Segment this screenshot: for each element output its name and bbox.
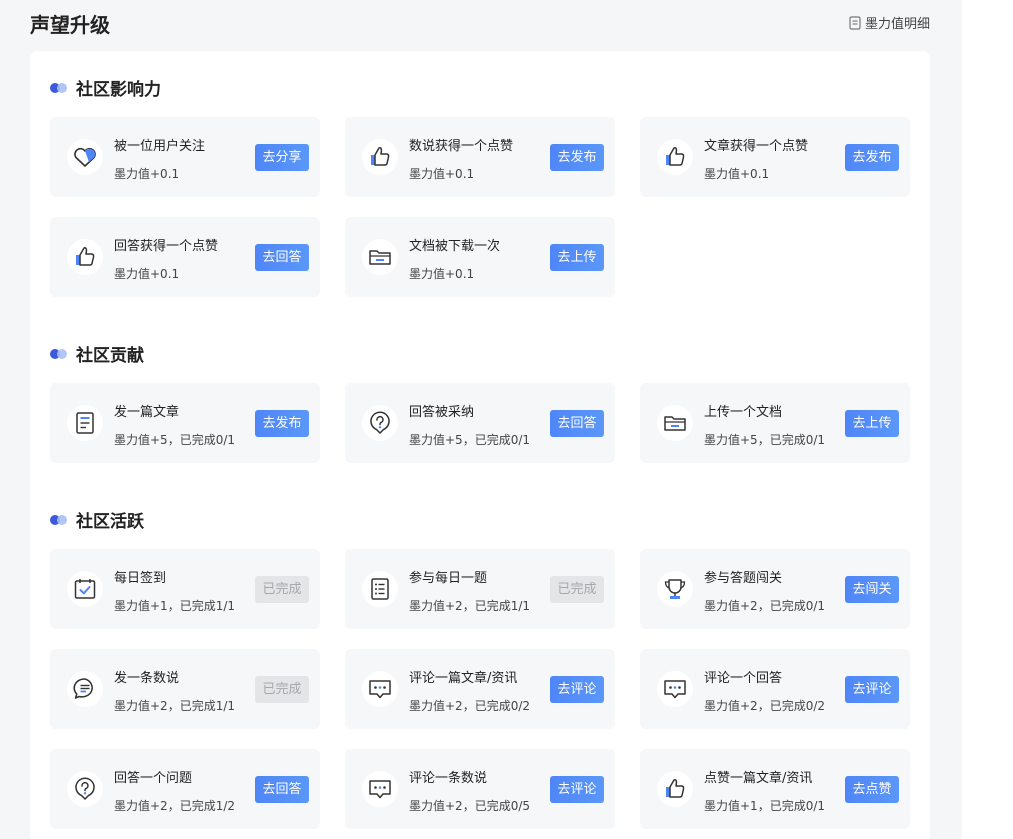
task-title: 上传一个文档 [704,405,783,420]
task-card: 回答一个问题 墨力值+2，已完成1/2 去回答 [50,749,320,829]
challenge-button[interactable]: 去闯关 [845,576,899,603]
task-reward: 墨力值+2，已完成0/1 [704,599,826,613]
folder-icon [362,239,398,275]
task-title: 参与每日一题 [409,571,488,586]
task-card: 被一位用户关注 墨力值+0.1 去分享 [50,117,320,197]
task-title: 评论一篇文章/资讯 [409,671,518,686]
completed-badge: 已完成 [550,576,604,603]
task-card: 评论一篇文章/资讯 墨力值+2，已完成0/2 去评论 [345,649,615,729]
section-title-influence: 社区影响力 [50,75,161,100]
publish-button[interactable]: 去发布 [255,410,309,437]
list-icon [362,571,398,607]
task-card: 参与答题闯关 墨力值+2，已完成0/1 去闯关 [640,549,910,629]
task-card: 回答被采纳 墨力值+5，已完成0/1 去回答 [345,383,615,463]
task-reward: 墨力值+0.1 [409,167,475,181]
comment-icon [362,671,398,707]
task-reward: 墨力值+5，已完成0/1 [704,433,826,447]
tasks-card: 社区影响力 被一位用户关注 墨力值+0.1 去分享 数说获得一个点赞 墨力值+0… [30,51,930,839]
task-reward: 墨力值+2，已完成1/2 [114,799,236,813]
task-title: 文章获得一个点赞 [704,139,809,154]
section-dots-icon [50,348,69,359]
section-title-activity: 社区活跃 [50,507,144,532]
task-reward: 墨力值+2，已完成1/1 [409,599,531,613]
page-header: 声望升级 墨力值明细 [30,0,930,46]
task-card: 上传一个文档 墨力值+5，已完成0/1 去上传 [640,383,910,463]
task-card: 评论一条数说 墨力值+2，已完成0/5 去评论 [345,749,615,829]
answer-button[interactable]: 去回答 [255,776,309,803]
task-title: 参与答题闯关 [704,571,783,586]
chat-icon [67,671,103,707]
task-title: 评论一个回答 [704,671,783,686]
task-card: 回答获得一个点赞 墨力值+0.1 去回答 [50,217,320,297]
task-title: 回答获得一个点赞 [114,239,219,254]
main-panel: 声望升级 墨力值明细 社区影响力 被一位用户关注 墨力值+0.1 去分享 数说获… [0,0,962,839]
task-title: 数说获得一个点赞 [409,139,514,154]
upload-button[interactable]: 去上传 [550,244,604,271]
task-reward: 墨力值+5，已完成0/1 [114,433,236,447]
comment-button[interactable]: 去评论 [550,676,604,703]
task-reward: 墨力值+1，已完成1/1 [114,599,236,613]
section-dots-icon [50,514,69,525]
task-title: 被一位用户关注 [114,139,206,154]
answer-button[interactable]: 去回答 [255,244,309,271]
heart-icon [67,139,103,175]
points-detail-link[interactable]: 墨力值明细 [849,13,930,32]
comment-button[interactable]: 去评论 [550,776,604,803]
task-card: 发一篇文章 墨力值+5，已完成0/1 去发布 [50,383,320,463]
thumbs-up-icon [67,239,103,275]
task-card: 数说获得一个点赞 墨力值+0.1 去发布 [345,117,615,197]
calendar-check-icon [67,571,103,607]
task-reward: 墨力值+5，已完成0/1 [409,433,531,447]
question-icon [362,405,398,441]
task-reward: 墨力值+2，已完成0/5 [409,799,531,813]
comment-button[interactable]: 去评论 [845,676,899,703]
task-title: 文档被下载一次 [409,239,501,254]
answer-button[interactable]: 去回答 [550,410,604,437]
publish-button[interactable]: 去发布 [845,144,899,171]
publish-button[interactable]: 去发布 [550,144,604,171]
upload-button[interactable]: 去上传 [845,410,899,437]
section-title-contribution: 社区贡献 [50,341,144,366]
task-reward: 墨力值+0.1 [114,167,180,181]
task-card: 发一条数说 墨力值+2，已完成1/1 已完成 [50,649,320,729]
thumbs-up-icon [362,139,398,175]
task-reward: 墨力值+2，已完成0/2 [704,699,826,713]
task-card: 文章获得一个点赞 墨力值+0.1 去发布 [640,117,910,197]
document-icon [849,15,861,30]
task-reward: 墨力值+1，已完成0/1 [704,799,826,813]
detail-link-label: 墨力值明细 [864,17,930,32]
task-card: 每日签到 墨力值+1，已完成1/1 已完成 [50,549,320,629]
document-icon [67,405,103,441]
task-title: 点赞一篇文章/资讯 [704,771,813,786]
task-reward: 墨力值+0.1 [409,267,475,281]
task-title: 回答一个问题 [114,771,193,786]
task-reward: 墨力值+2，已完成0/2 [409,699,531,713]
task-title: 每日签到 [114,571,167,586]
task-reward: 墨力值+2，已完成1/1 [114,699,236,713]
task-title: 评论一条数说 [409,771,488,786]
completed-badge: 已完成 [255,576,309,603]
comment-icon [657,671,693,707]
task-card: 文档被下载一次 墨力值+0.1 去上传 [345,217,615,297]
task-reward: 墨力值+0.1 [704,167,770,181]
task-reward: 墨力值+0.1 [114,267,180,281]
task-card: 点赞一篇文章/资讯 墨力值+1，已完成0/1 去点赞 [640,749,910,829]
task-card: 参与每日一题 墨力值+2，已完成1/1 已完成 [345,549,615,629]
task-title: 发一条数说 [114,671,180,686]
trophy-icon [657,571,693,607]
share-button[interactable]: 去分享 [255,144,309,171]
like-button[interactable]: 去点赞 [845,776,899,803]
task-title: 回答被采纳 [409,405,475,420]
page-title: 声望升级 [30,13,110,37]
folder-icon [657,405,693,441]
task-title: 发一篇文章 [114,405,180,420]
comment-icon [362,771,398,807]
task-card: 评论一个回答 墨力值+2，已完成0/2 去评论 [640,649,910,729]
completed-badge: 已完成 [255,676,309,703]
question-icon [67,771,103,807]
thumbs-up-icon [657,771,693,807]
thumbs-up-icon [657,139,693,175]
section-dots-icon [50,82,69,93]
